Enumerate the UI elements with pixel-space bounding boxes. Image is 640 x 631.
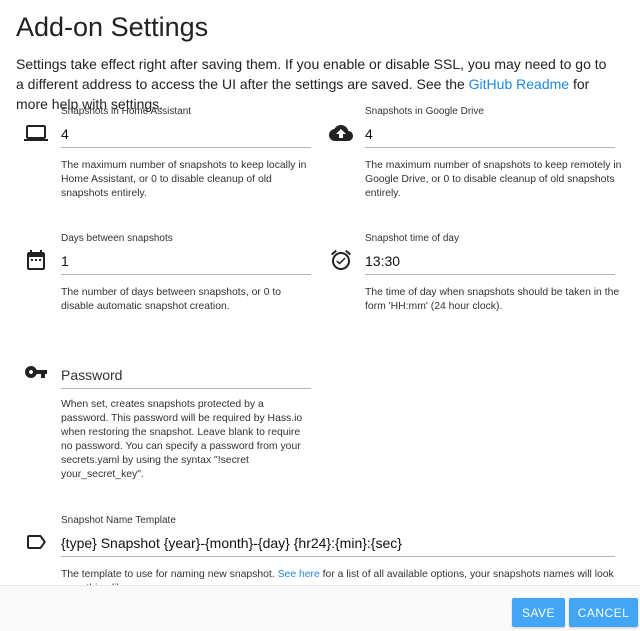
field-help-text: The maximum number of snapshots to keep …	[61, 160, 307, 199]
calendar-icon	[27, 250, 45, 270]
field-help-text: The time of day when snapshots should be…	[365, 287, 620, 312]
save-button[interactable]: SAVE	[512, 598, 565, 627]
field-label: Snapshot Name Template	[61, 515, 176, 526]
field-help-text: The template to use for naming new snaps…	[61, 569, 614, 585]
field-label: Days between snapshots	[61, 233, 173, 244]
password-input[interactable]	[61, 362, 311, 389]
field-label: Snapshot time of day	[365, 233, 459, 244]
dialog-footer: SAVE CANCEL	[0, 585, 640, 631]
field-label: Snapshots in Home Assistant	[61, 106, 192, 117]
settings-dialog-content: Add-on Settings Settings take effect rig…	[0, 0, 640, 585]
see-here-link[interactable]: See here	[278, 569, 320, 580]
intro-text: Settings take effect right after saving …	[16, 56, 607, 112]
field-help-text: When set, creates snapshots protected by…	[61, 399, 303, 480]
alarm-clock-icon	[331, 249, 351, 270]
snapshot-time-of-day-input[interactable]	[365, 248, 615, 275]
github-readme-link[interactable]: GitHub Readme	[469, 76, 569, 92]
cloud-upload-icon	[329, 125, 353, 141]
key-icon	[25, 366, 47, 378]
days-between-snapshots-input[interactable]	[61, 248, 311, 275]
snapshot-name-template-input[interactable]	[61, 530, 615, 557]
snapshots-in-home-assistant-input[interactable]	[61, 121, 311, 148]
field-help-text: The number of days between snapshots, or…	[61, 287, 282, 312]
snapshots-in-google-drive-input[interactable]	[365, 121, 615, 148]
cancel-button[interactable]: CANCEL	[569, 598, 638, 627]
field-label: Snapshots in Google Drive	[365, 106, 484, 117]
page-title: Add-on Settings	[16, 12, 209, 42]
field-help-text: The maximum number of snapshots to keep …	[365, 160, 622, 199]
label-tag-icon	[27, 535, 46, 549]
laptop-icon	[24, 125, 48, 141]
